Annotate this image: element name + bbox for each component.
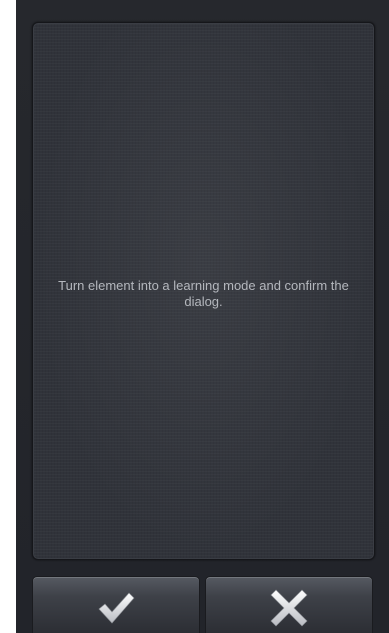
dialog-message: Turn element into a learning mode and co…	[58, 278, 349, 309]
dialog-screen: Turn element into a learning mode and co…	[16, 0, 389, 633]
button-bar	[32, 576, 373, 633]
confirm-button[interactable]	[32, 576, 200, 633]
close-icon	[270, 589, 308, 627]
dialog-panel: Turn element into a learning mode and co…	[32, 22, 375, 560]
cancel-button[interactable]	[205, 576, 373, 633]
checkmark-icon	[96, 590, 136, 626]
